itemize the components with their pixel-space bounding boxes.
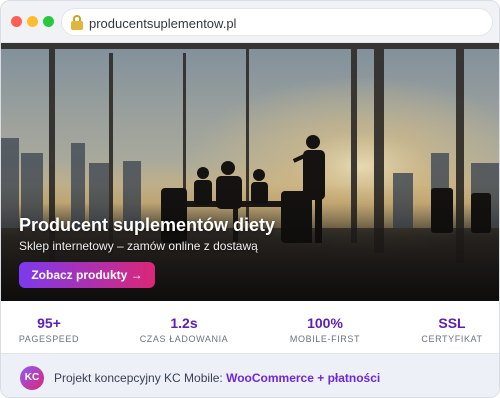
footer-text: Projekt koncepcyjny KC Mobile: (54, 371, 223, 385)
avatar: KC (20, 366, 44, 390)
address-bar-url[interactable]: producentsuplementow.pl (89, 16, 236, 31)
stats-bar: 95+ PAGESPEED 1.2s CZAS ŁADOWANIA 100% M… (1, 301, 499, 353)
hero-subtitle: Sklep internetowy – zamów online z dosta… (19, 239, 258, 253)
hero-title: Producent suplementów diety (19, 215, 276, 235)
stat-label: CZAS ŁADOWANIA (139, 334, 229, 344)
browser-toolbar: producentsuplementow.pl (1, 1, 499, 43)
stat-load-time: 1.2s CZAS ŁADOWANIA (124, 315, 244, 344)
stat-value: 95+ (37, 315, 61, 331)
stat-value: 1.2s (170, 315, 198, 331)
stat-ssl: SSL CERTYFIKAT (392, 315, 499, 344)
view-products-button[interactable]: Zobacz produkty → (19, 262, 155, 288)
hero-banner: Producent suplementów diety Sklep intern… (1, 43, 499, 301)
stat-mobile-first: 100% MOBILE-FIRST (265, 315, 385, 344)
stat-pagespeed: 95+ PAGESPEED (1, 315, 109, 344)
woocommerce-link[interactable]: WooCommerce + płatności (226, 371, 380, 385)
browser-window: producentsuplementow.pl Producent suplem… (0, 0, 500, 398)
stat-label: CERTYFIKAT (421, 334, 483, 344)
stat-label: MOBILE-FIRST (289, 334, 361, 344)
maximize-window-button[interactable] (43, 16, 54, 27)
lock-icon (71, 15, 83, 30)
close-window-button[interactable] (11, 16, 22, 27)
stat-value: 100% (307, 315, 343, 331)
address-bar[interactable]: producentsuplementow.pl (61, 8, 493, 36)
project-footer: KC Projekt koncepcyjny KC Mobile: WooCom… (1, 353, 499, 397)
stat-label: PAGESPEED (18, 334, 80, 344)
footer-caption: Projekt koncepcyjny KC Mobile: WooCommer… (54, 371, 380, 385)
stat-value: SSL (438, 315, 466, 331)
minimize-window-button[interactable] (27, 16, 38, 27)
